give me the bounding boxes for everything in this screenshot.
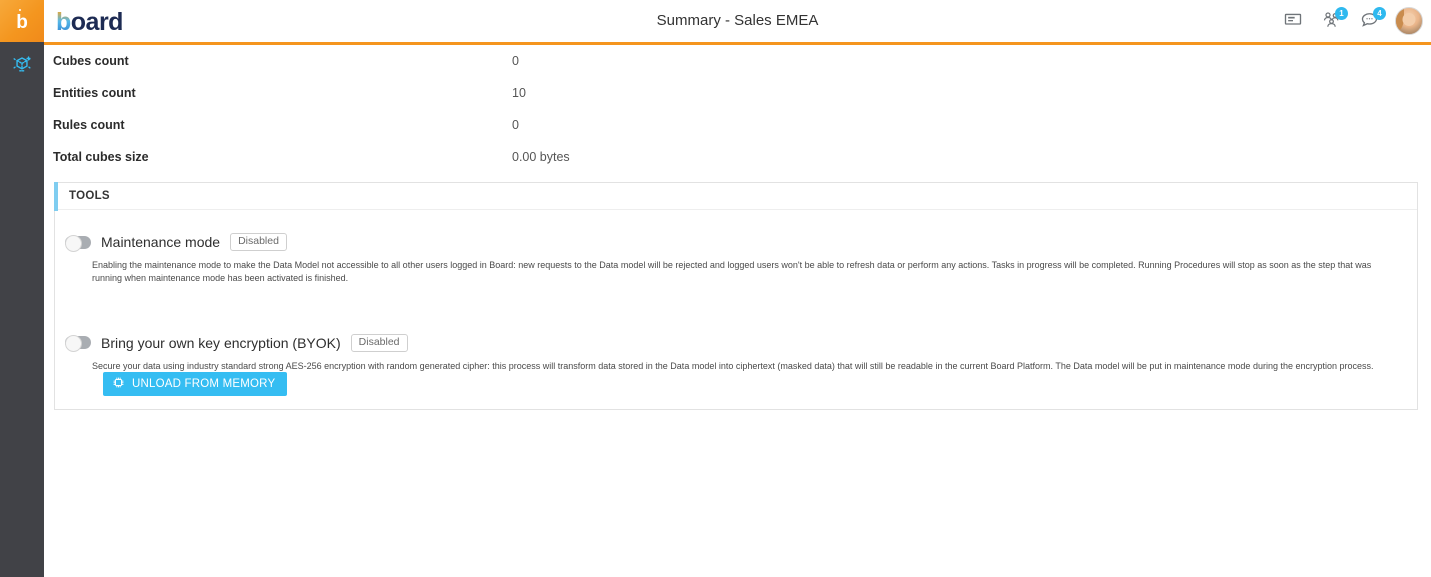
tools-accent-bar	[54, 182, 58, 211]
chat-button[interactable]: 4	[1357, 7, 1386, 33]
avatar[interactable]	[1395, 7, 1423, 35]
unload-from-memory-button[interactable]: UNLOAD FROM MEMORY	[103, 372, 288, 396]
summary-row-label: Rules count	[53, 118, 125, 132]
license-card-icon	[1283, 9, 1303, 34]
tools-panel-body: Maintenance mode Disabled Enabling the m…	[55, 210, 1417, 372]
summary-row-label: Total cubes size	[53, 150, 149, 164]
top-header: b oard Summary - Sales EMEA 1 4	[44, 0, 1431, 42]
main-content: Cubes count 0 Entities count 10 Rules co…	[44, 45, 1431, 577]
maintenance-mode-toggle[interactable]	[65, 234, 91, 252]
summary-row-value: 10	[512, 86, 526, 100]
summary-row: Rules count 0	[44, 109, 1431, 141]
unload-from-memory-label: UNLOAD FROM MEMORY	[132, 378, 276, 390]
summary-row: Entities count 10	[44, 77, 1431, 109]
summary-row-value: 0	[512, 54, 519, 68]
board-logo-mark: b	[16, 8, 28, 33]
summary-row: Cubes count 0	[44, 45, 1431, 77]
page-title: Summary - Sales EMEA	[656, 12, 819, 29]
byok-label: Bring your own key encryption (BYOK)	[101, 334, 341, 351]
summary-row-label: Cubes count	[53, 54, 129, 68]
license-card-button[interactable]	[1281, 9, 1305, 33]
byok-status-badge: Disabled	[350, 333, 408, 352]
maintenance-mode-status-badge: Disabled	[230, 233, 287, 251]
application-window: b b oard Summary - Sales EMEA 1 4 Cubes …	[0, 0, 1431, 577]
memory-chip-icon	[112, 376, 125, 392]
maintenance-mode-header: Maintenance mode Disabled	[65, 232, 1417, 252]
byok-toggle[interactable]	[65, 335, 91, 353]
byok-header: Bring your own key encryption (BYOK) Dis…	[65, 333, 1417, 353]
rail-logo-button[interactable]: b	[0, 0, 44, 42]
byok-section: Bring your own key encryption (BYOK) Dis…	[55, 333, 1417, 373]
data-model-cube-icon	[11, 54, 33, 81]
summary-list: Cubes count 0 Entities count 10 Rules co…	[44, 45, 1431, 173]
header-actions: 1 4	[1281, 0, 1423, 42]
chat-badge: 4	[1373, 7, 1386, 20]
tools-panel-header: TOOLS	[54, 182, 1417, 211]
byok-description: Secure your data using industry standard…	[92, 360, 1374, 371]
tools-panel-title: TOOLS	[69, 190, 110, 202]
users-group-button[interactable]: 1	[1319, 7, 1348, 33]
summary-row-value: 0.00 bytes	[512, 150, 570, 164]
maintenance-mode-section: Maintenance mode Disabled Enabling the m…	[55, 232, 1417, 285]
users-group-badge: 1	[1335, 7, 1348, 20]
left-rail: b	[0, 0, 44, 577]
maintenance-mode-label: Maintenance mode	[101, 234, 221, 250]
sidebar-item-data-model[interactable]	[0, 46, 44, 88]
summary-row-value: 0	[512, 118, 519, 132]
maintenance-mode-description: Enabling the maintenance mode to make th…	[92, 260, 1372, 283]
summary-row-label: Entities count	[53, 86, 136, 100]
summary-row: Total cubes size 0.00 bytes	[44, 141, 1431, 173]
